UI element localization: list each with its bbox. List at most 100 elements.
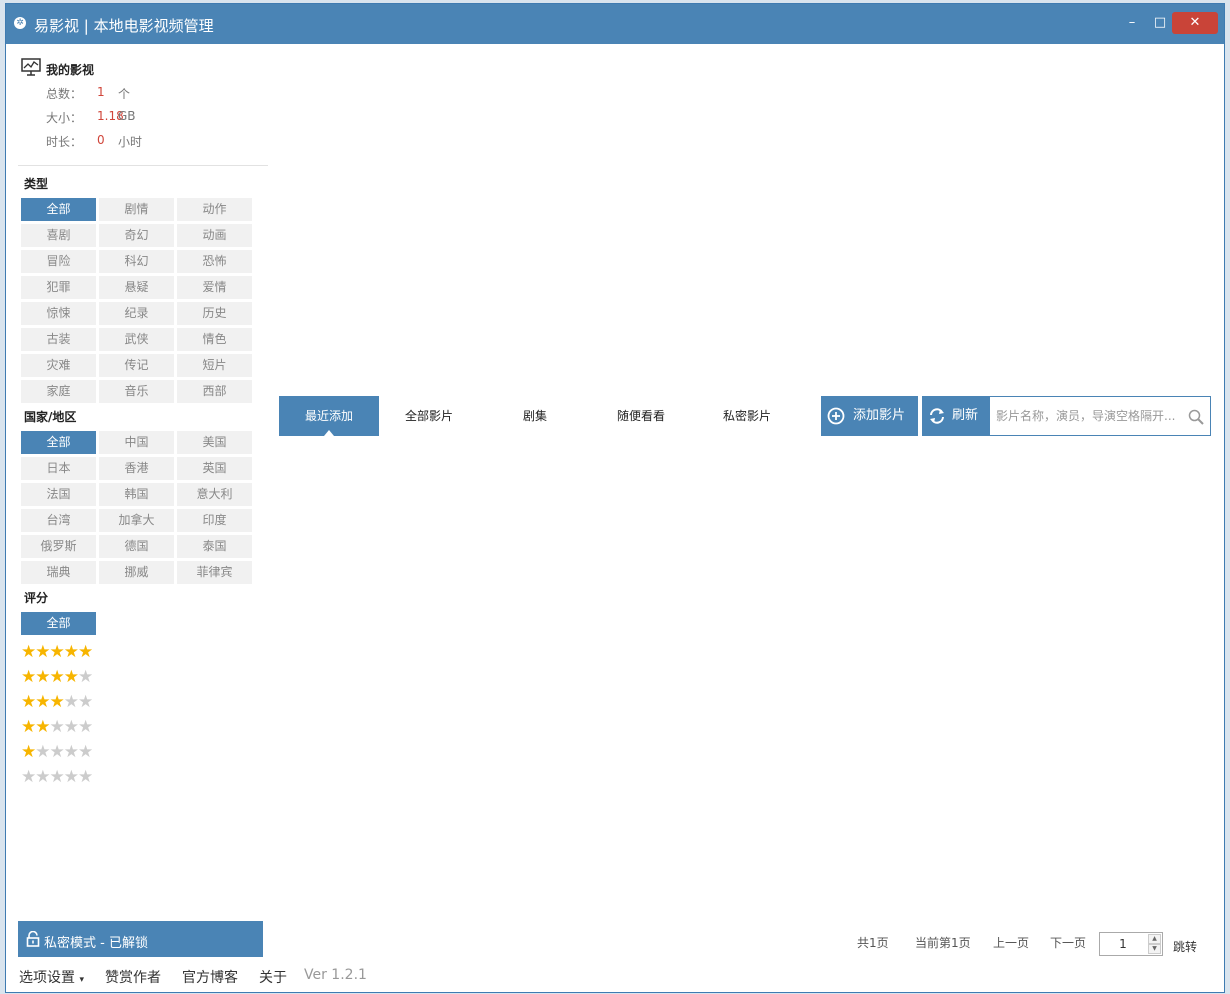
star-empty-icon: ★ [21,767,36,787]
refresh-button[interactable]: 刷新 [922,396,989,436]
rating-filter-5-stars[interactable]: ★★★★★ [21,642,93,662]
genre-chip[interactable]: 灾难 [21,354,96,377]
rating-title: 评分 [24,591,49,605]
stat-unit: 小时 [118,135,143,149]
tab-0[interactable]: 最近添加 [279,396,379,436]
divider [18,165,268,166]
genre-chip[interactable]: 纪录 [99,302,174,325]
rating-filter-0-stars[interactable]: ★★★★★ [21,767,93,787]
close-button[interactable]: ✕ [1172,12,1218,34]
star-empty-icon: ★ [49,717,65,737]
refresh-label: 刷新 [952,408,979,423]
region-chip[interactable]: 瑞典 [21,561,96,584]
genre-chip[interactable]: 历史 [177,302,252,325]
star-empty-icon: ★ [78,692,93,712]
star-empty-icon: ★ [35,742,50,762]
genre-chip[interactable]: 动画 [177,224,252,247]
star-empty-icon: ★ [78,717,93,737]
stat-row: 总数： 1 个 [46,85,130,102]
settings-menu[interactable]: 选项设置 ▾ [19,967,84,987]
genre-chip[interactable]: 爱情 [177,276,252,299]
next-page-button[interactable]: 下一页 [1050,934,1086,951]
region-chip[interactable]: 德国 [99,535,174,558]
rating-filter-4-stars[interactable]: ★★★★★ [21,667,93,687]
region-chip[interactable]: 英国 [177,457,252,480]
region-chip[interactable]: 日本 [21,457,96,480]
genre-chip[interactable]: 悬疑 [99,276,174,299]
genre-chip[interactable]: 家庭 [21,380,96,403]
star-filled-icon: ★ [21,667,36,687]
genre-chip[interactable]: 短片 [177,354,252,377]
jump-button[interactable]: 跳转 [1173,938,1197,955]
tab-4[interactable]: 私密影片 [697,396,797,436]
app-window: ✲ 易影视 | 本地电影视频管理 – □ ✕ 我的影视 总数： 1 个大小： 1.18… [5,3,1225,993]
add-movie-button[interactable]: 添加影片 [821,396,918,436]
my-library-title: 我的影视 [46,63,95,77]
spin-up-button[interactable]: ▲ [1148,934,1161,944]
star-filled-icon: ★ [49,692,65,712]
genre-chip[interactable]: 科幻 [99,250,174,273]
region-chip[interactable]: 美国 [177,431,252,454]
spin-down-button[interactable]: ▼ [1148,944,1161,954]
star-filled-icon: ★ [35,642,50,662]
region-chip[interactable]: 意大利 [177,483,252,506]
tab-2[interactable]: 剧集 [485,396,585,436]
genre-chip[interactable]: 古装 [21,328,96,351]
blog-link[interactable]: 官方博客 [182,967,238,987]
region-chip[interactable]: 法国 [21,483,96,506]
region-chip[interactable]: 中国 [99,431,174,454]
region-chip[interactable]: 韩国 [99,483,174,506]
minimize-button[interactable]: – [1119,12,1145,34]
private-mode-label: 私密模式 - 已解锁 [44,936,148,951]
genre-chip[interactable]: 犯罪 [21,276,96,299]
plus-circle-icon [827,407,845,425]
genre-chip[interactable]: 情色 [177,328,252,351]
genre-chip[interactable]: 剧情 [99,198,174,221]
genre-chip[interactable]: 恐怖 [177,250,252,273]
search-input[interactable] [996,405,1176,427]
rating-filter-3-stars[interactable]: ★★★★★ [21,692,93,712]
region-chip[interactable]: 加拿大 [99,509,174,532]
search-icon[interactable] [1188,409,1204,425]
genre-chip[interactable]: 奇幻 [99,224,174,247]
genre-chip[interactable]: 武侠 [99,328,174,351]
genre-chip[interactable]: 动作 [177,198,252,221]
genre-chip[interactable]: 传记 [99,354,174,377]
star-empty-icon: ★ [63,742,79,762]
region-chip[interactable]: 泰国 [177,535,252,558]
private-mode-button[interactable]: 私密模式 - 已解锁 [18,921,263,957]
region-chip[interactable]: 俄罗斯 [21,535,96,558]
star-empty-icon: ★ [63,692,79,712]
genre-chip[interactable]: 惊悚 [21,302,96,325]
rating-all-button[interactable]: 全部 [21,612,96,635]
prev-page-button[interactable]: 上一页 [993,934,1029,951]
star-filled-icon: ★ [35,692,50,712]
about-link[interactable]: 关于 [259,967,287,987]
region-chip[interactable]: 菲律宾 [177,561,252,584]
region-chip[interactable]: 印度 [177,509,252,532]
genre-title: 类型 [24,177,49,191]
star-filled-icon: ★ [78,642,93,662]
star-filled-icon: ★ [63,667,79,687]
region-chip[interactable]: 台湾 [21,509,96,532]
tab-3[interactable]: 随便看看 [591,396,691,436]
stat-value: 0 [97,133,105,147]
genre-chip[interactable]: 音乐 [99,380,174,403]
genre-chip[interactable]: 全部 [21,198,96,221]
film-reel-icon: ✲ [14,17,26,29]
genre-chip[interactable]: 喜剧 [21,224,96,247]
page-number-input[interactable] [1103,935,1143,953]
donate-link[interactable]: 赞赏作者 [105,967,161,987]
region-chip[interactable]: 挪威 [99,561,174,584]
star-empty-icon: ★ [78,667,93,687]
region-chip[interactable]: 香港 [99,457,174,480]
genre-chip[interactable]: 西部 [177,380,252,403]
star-filled-icon: ★ [21,742,36,762]
rating-filter-1-stars[interactable]: ★★★★★ [21,742,93,762]
region-chip[interactable]: 全部 [21,431,96,454]
genre-chip[interactable]: 冒险 [21,250,96,273]
maximize-button[interactable]: □ [1147,12,1173,34]
title-bar[interactable]: ✲ 易影视 | 本地电影视频管理 – □ ✕ [6,4,1224,44]
rating-filter-2-stars[interactable]: ★★★★★ [21,717,93,737]
tab-1[interactable]: 全部影片 [379,396,479,436]
